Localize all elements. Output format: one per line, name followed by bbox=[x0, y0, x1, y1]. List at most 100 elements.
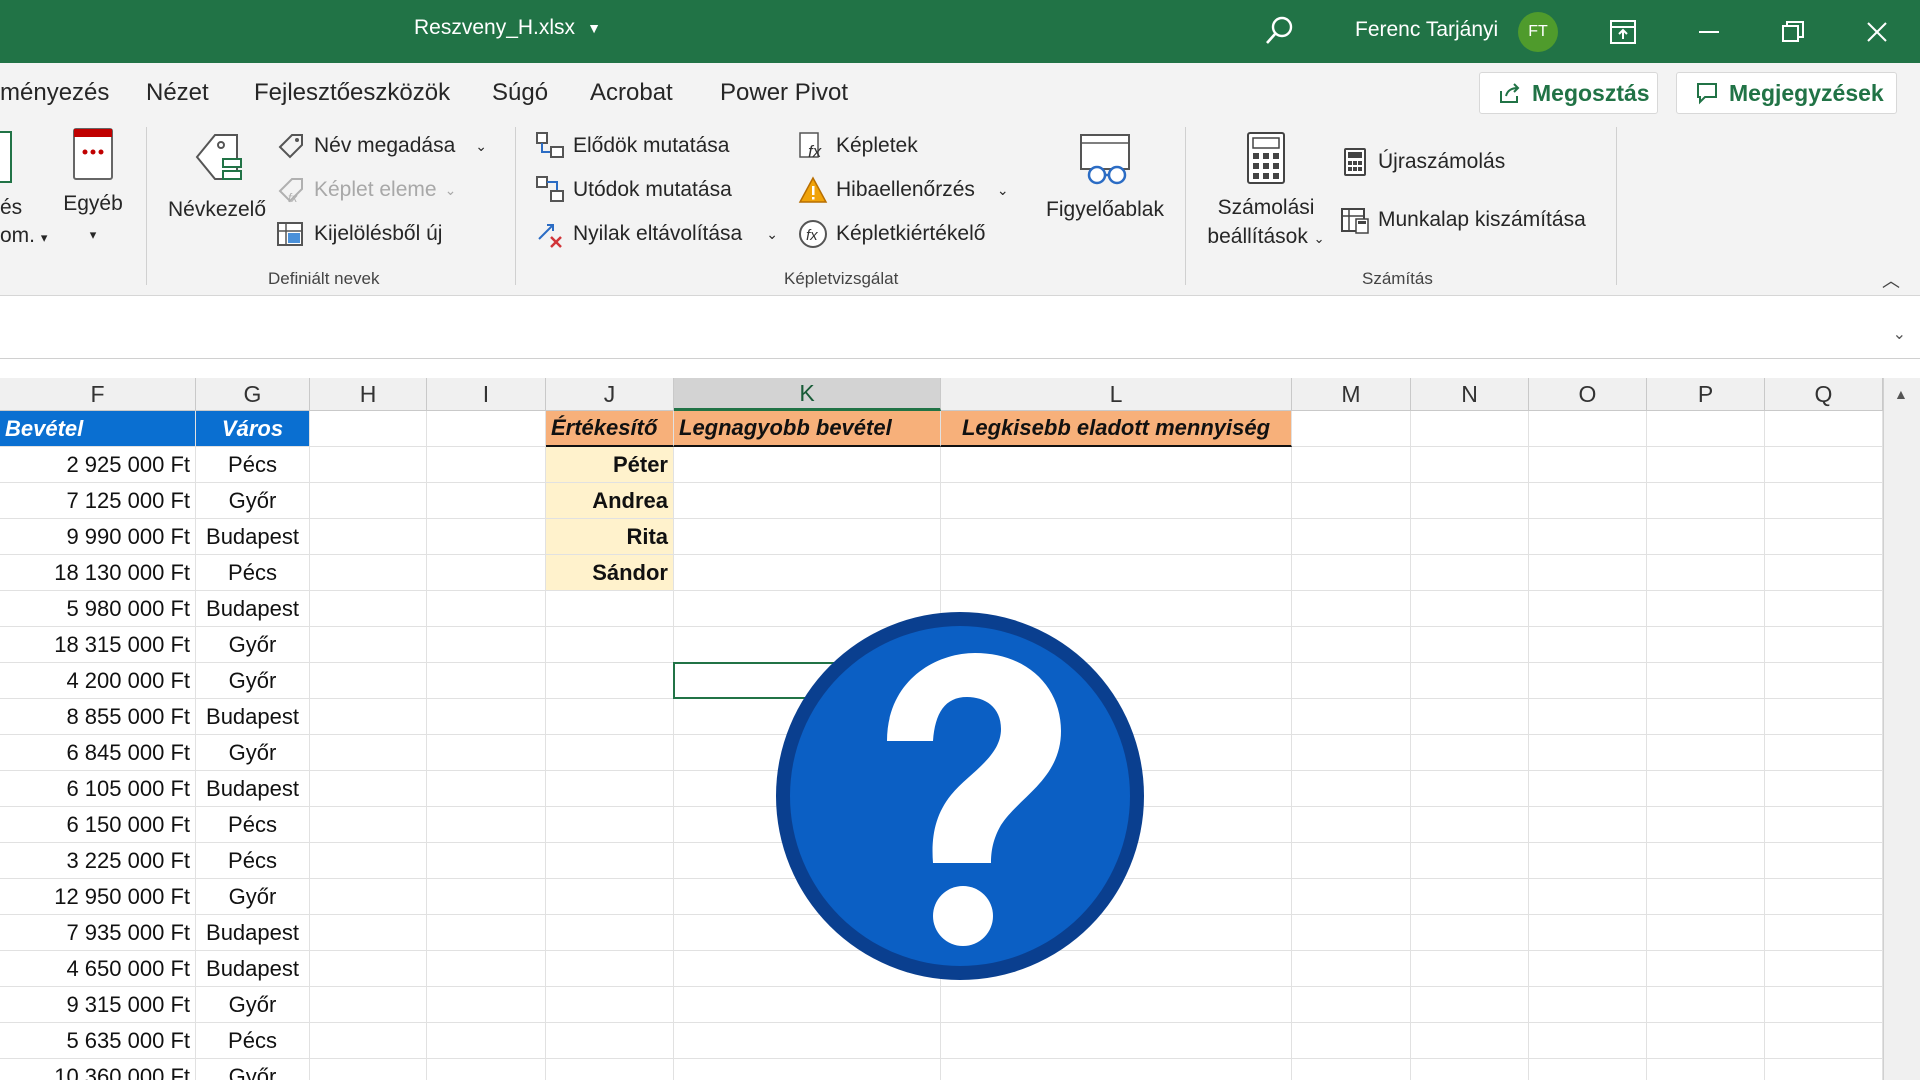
header-cell-seller[interactable]: Értékesítő bbox=[546, 411, 674, 447]
cell[interactable] bbox=[1529, 663, 1647, 699]
city-cell[interactable]: Budapest bbox=[196, 771, 310, 807]
revenue-cell[interactable]: 6 150 000 Ft bbox=[0, 807, 196, 843]
column-header-j[interactable]: J bbox=[546, 378, 674, 411]
revenue-cell[interactable]: 5 980 000 Ft bbox=[0, 591, 196, 627]
minimize-icon[interactable] bbox=[1689, 12, 1729, 52]
cell[interactable] bbox=[1765, 411, 1883, 447]
cell[interactable] bbox=[1647, 987, 1765, 1023]
cell[interactable] bbox=[1411, 879, 1529, 915]
cell[interactable] bbox=[1292, 843, 1411, 879]
restore-icon[interactable] bbox=[1773, 12, 1813, 52]
cell[interactable] bbox=[427, 951, 546, 987]
cell[interactable] bbox=[546, 951, 674, 987]
file-name-dropdown[interactable]: Reszveny_H.xlsx ▼ bbox=[414, 16, 601, 40]
header-cell-city[interactable]: Város bbox=[196, 411, 310, 447]
cell[interactable] bbox=[310, 807, 427, 843]
formula-bar[interactable]: ⌄ bbox=[0, 314, 1920, 359]
revenue-cell[interactable]: 9 315 000 Ft bbox=[0, 987, 196, 1023]
column-header-h[interactable]: H bbox=[310, 378, 427, 411]
cell[interactable] bbox=[310, 951, 427, 987]
cell[interactable] bbox=[1765, 807, 1883, 843]
cell[interactable] bbox=[546, 1023, 674, 1059]
cell[interactable] bbox=[1647, 807, 1765, 843]
cell[interactable] bbox=[310, 411, 427, 447]
cell[interactable] bbox=[1292, 951, 1411, 987]
cell[interactable] bbox=[427, 771, 546, 807]
trace-dependents-button[interactable]: Utódok mutatása bbox=[535, 175, 732, 205]
cell[interactable] bbox=[1411, 519, 1529, 555]
revenue-cell[interactable]: 4 200 000 Ft bbox=[0, 663, 196, 699]
cell[interactable] bbox=[310, 519, 427, 555]
city-cell[interactable]: Pécs bbox=[196, 1023, 310, 1059]
cell[interactable] bbox=[1411, 1059, 1529, 1080]
cell[interactable] bbox=[1765, 987, 1883, 1023]
cell[interactable] bbox=[1529, 447, 1647, 483]
calculation-options-button[interactable]: Számolási beállítások ⌄ bbox=[1196, 131, 1336, 253]
cell[interactable] bbox=[1292, 987, 1411, 1023]
revenue-cell[interactable]: 7 935 000 Ft bbox=[0, 915, 196, 951]
revenue-cell[interactable]: 6 845 000 Ft bbox=[0, 735, 196, 771]
cell[interactable] bbox=[546, 807, 674, 843]
cell[interactable] bbox=[1292, 771, 1411, 807]
cell[interactable] bbox=[1411, 483, 1529, 519]
calculate-sheet-button[interactable]: Munkalap kiszámítása bbox=[1340, 205, 1586, 235]
city-cell[interactable]: Pécs bbox=[196, 447, 310, 483]
city-cell[interactable]: Budapest bbox=[196, 519, 310, 555]
avatar[interactable]: FT bbox=[1518, 12, 1558, 52]
cell[interactable] bbox=[1411, 807, 1529, 843]
share-button[interactable]: Megosztás bbox=[1479, 72, 1658, 114]
cell[interactable] bbox=[427, 915, 546, 951]
cell[interactable] bbox=[1765, 735, 1883, 771]
cell[interactable] bbox=[1411, 699, 1529, 735]
revenue-cell[interactable]: 18 130 000 Ft bbox=[0, 555, 196, 591]
revenue-cell[interactable]: 10 360 000 Ft bbox=[0, 1059, 196, 1080]
city-cell[interactable]: Pécs bbox=[196, 555, 310, 591]
cell[interactable] bbox=[1647, 663, 1765, 699]
seller-name-cell[interactable]: Péter bbox=[546, 447, 674, 483]
more-functions-button[interactable]: Egyéb ▾ bbox=[62, 127, 124, 249]
user-name[interactable]: Ferenc Tarjányi bbox=[1355, 18, 1498, 42]
city-cell[interactable]: Győr bbox=[196, 879, 310, 915]
revenue-cell[interactable]: 6 105 000 Ft bbox=[0, 771, 196, 807]
cell[interactable] bbox=[1529, 411, 1647, 447]
evaluate-formula-button[interactable]: fx Képletkiértékelő bbox=[798, 219, 985, 249]
seller-name-cell[interactable]: Rita bbox=[546, 519, 674, 555]
cell[interactable] bbox=[1765, 1023, 1883, 1059]
cell[interactable] bbox=[546, 735, 674, 771]
cell[interactable] bbox=[1292, 699, 1411, 735]
show-formulas-button[interactable]: fx Képletek bbox=[798, 131, 918, 161]
city-cell[interactable]: Győr bbox=[196, 627, 310, 663]
cell[interactable] bbox=[310, 555, 427, 591]
cell[interactable] bbox=[674, 555, 941, 591]
cell[interactable] bbox=[546, 843, 674, 879]
cell[interactable] bbox=[1529, 1023, 1647, 1059]
cell[interactable] bbox=[1292, 591, 1411, 627]
revenue-cell[interactable]: 18 315 000 Ft bbox=[0, 627, 196, 663]
cell[interactable] bbox=[1411, 951, 1529, 987]
cell[interactable] bbox=[546, 987, 674, 1023]
tab-power-pivot[interactable]: Power Pivot bbox=[720, 79, 848, 107]
cell[interactable] bbox=[310, 1059, 427, 1080]
cell[interactable] bbox=[1765, 771, 1883, 807]
city-cell[interactable]: Pécs bbox=[196, 843, 310, 879]
cell[interactable] bbox=[1411, 735, 1529, 771]
city-cell[interactable]: Győr bbox=[196, 1059, 310, 1080]
cell[interactable] bbox=[941, 519, 1292, 555]
cell[interactable] bbox=[1765, 627, 1883, 663]
revenue-cell[interactable]: 8 855 000 Ft bbox=[0, 699, 196, 735]
cell[interactable] bbox=[427, 519, 546, 555]
cell[interactable] bbox=[310, 771, 427, 807]
cell[interactable] bbox=[1529, 771, 1647, 807]
search-icon[interactable] bbox=[1262, 14, 1296, 48]
column-header-g[interactable]: G bbox=[196, 378, 310, 411]
cell[interactable] bbox=[546, 771, 674, 807]
cell[interactable] bbox=[1292, 411, 1411, 447]
cell[interactable] bbox=[427, 627, 546, 663]
city-cell[interactable]: Győr bbox=[196, 483, 310, 519]
cell[interactable] bbox=[310, 663, 427, 699]
revenue-cell[interactable]: 5 635 000 Ft bbox=[0, 1023, 196, 1059]
cell[interactable] bbox=[1411, 555, 1529, 591]
cell[interactable] bbox=[1647, 699, 1765, 735]
tab-developer[interactable]: Fejlesztőeszközök bbox=[254, 79, 450, 107]
revenue-cell[interactable]: 12 950 000 Ft bbox=[0, 879, 196, 915]
